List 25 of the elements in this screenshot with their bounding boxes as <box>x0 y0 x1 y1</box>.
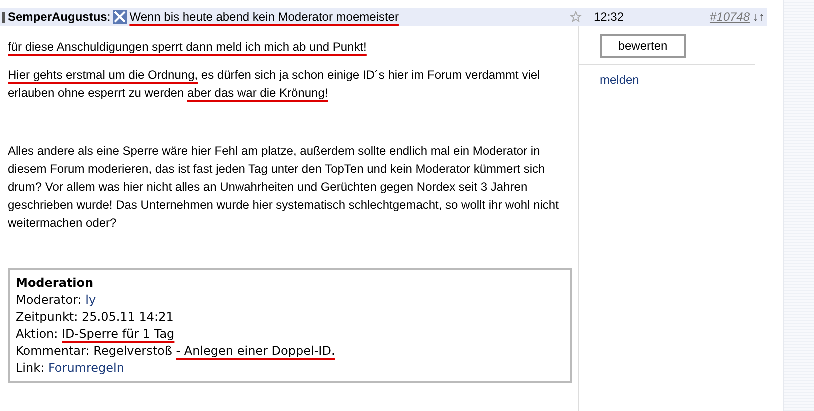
field-value: - Anlegen einer Doppel-ID. <box>176 344 336 358</box>
field-label: Link: <box>16 361 45 375</box>
rate-button[interactable]: bewerten <box>600 34 686 58</box>
post-title: Wenn bis heute abend kein Moderator moemeister <box>130 10 400 24</box>
field-label: Aktion: <box>16 327 58 341</box>
moderation-title: Moderation <box>16 275 95 292</box>
author-name[interactable]: SemperAugustus <box>8 10 108 24</box>
separator: : <box>107 10 111 24</box>
post-time: 12:32 <box>594 10 626 24</box>
post-paragraph: für diese Anschuldigungen sperrt dann meld ich mich ab und Punkt! <box>8 39 368 56</box>
moderation-link[interactable]: ly <box>86 293 96 307</box>
post-number-link[interactable]: #10748 <box>710 10 750 24</box>
field-value: 25.05.11 14:21 <box>82 310 174 324</box>
navigation-arrows[interactable]: ↓↑ <box>753 10 766 24</box>
star-icon[interactable] <box>570 11 582 23</box>
post-paragraph: Hier gehts erstmal um die Ordnung, es dürfen sich ja schon einige ID´s hier im Forum verdammt viel erlauben ohne esperrt zu werden aber das war die Krönung! <box>8 67 542 102</box>
report-link[interactable]: melden <box>600 73 640 87</box>
post-marker <box>2 12 5 22</box>
moderation-link[interactable]: Forumregeln <box>48 361 124 375</box>
field-value: ID-Sperre für 1 Tag <box>62 327 175 341</box>
field-label: Kommentar: <box>16 344 90 358</box>
post-paragraph: Alles andere als eine Sperre wäre hier Fehl am platze, außerdem sollte endlich mal ein Moderator in diesem Forum moderieren, das ist fast jeden Tag unter den TopTen und kein Moderator kümmert sich drum? Vor allem was hier nicht alles an Unwahrheiten und Gerüchten gegen Nordex seit 3 Jahren geschrieben wurde! Das Unternehmen wurde hier systematisch schlechtgemacht, so wollt ihr wohl nicht weitermachen oder? <box>8 143 560 232</box>
field-value: Regelverstoß <box>94 344 174 358</box>
field-label: Moderator: <box>16 293 82 307</box>
field-label: Zeitpunkt: <box>16 310 78 324</box>
